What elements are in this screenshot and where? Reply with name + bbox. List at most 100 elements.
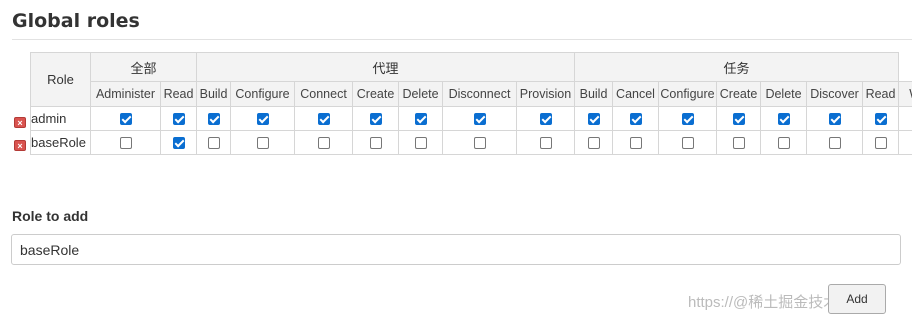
permission-cell <box>196 130 232 155</box>
permission-header: Cancel <box>612 81 660 107</box>
permission-header: Delete <box>760 81 808 107</box>
role-name: admin <box>30 106 91 131</box>
permission-cell <box>898 106 912 131</box>
title-divider <box>12 39 912 40</box>
permission-header: Build <box>574 81 614 107</box>
permission-header: Create <box>352 81 400 107</box>
permission-checkbox[interactable] <box>317 137 330 150</box>
permission-cell <box>294 106 354 131</box>
permission-header-row: Administer Read Build Configure Connect Creat… <box>31 81 912 107</box>
permission-header: Connect <box>294 81 354 107</box>
permission-checkbox[interactable] <box>369 137 382 150</box>
permission-cell <box>760 106 808 131</box>
permission-cell <box>398 106 444 131</box>
permission-cell <box>658 130 718 155</box>
permission-checkbox[interactable] <box>732 113 745 126</box>
permission-checkbox[interactable] <box>874 137 887 150</box>
permission-checkbox[interactable] <box>587 113 600 126</box>
role-column-header: Role <box>30 52 91 107</box>
permission-cell <box>230 106 296 131</box>
permission-cell <box>516 130 576 155</box>
permission-checkbox[interactable] <box>207 137 220 150</box>
permission-cell <box>716 106 762 131</box>
permission-checkbox[interactable] <box>874 113 887 126</box>
role-to-add-input[interactable] <box>11 234 901 265</box>
role-name: baseRole <box>30 130 91 155</box>
delete-role-icon[interactable]: × <box>14 140 26 151</box>
permission-cell <box>442 130 518 155</box>
permission-checkbox[interactable] <box>207 113 220 126</box>
add-role-button[interactable]: Add <box>828 284 886 314</box>
permission-cell <box>612 106 660 131</box>
permission-checkbox[interactable] <box>681 137 694 150</box>
permission-checkbox[interactable] <box>777 137 790 150</box>
permission-checkbox[interactable] <box>587 137 600 150</box>
permission-cell <box>574 106 614 131</box>
permission-checkbox[interactable] <box>732 137 745 150</box>
permission-cell <box>862 106 900 131</box>
permission-checkbox[interactable] <box>473 137 486 150</box>
permission-checkbox[interactable] <box>172 137 185 150</box>
permission-header: Delete <box>398 81 444 107</box>
permission-checkbox[interactable] <box>119 113 132 126</box>
permission-checkbox[interactable] <box>414 137 427 150</box>
permission-checkbox[interactable] <box>629 137 642 150</box>
permission-cell <box>612 130 660 155</box>
permission-checkbox[interactable] <box>369 113 382 126</box>
permission-checkbox[interactable] <box>414 113 427 126</box>
permission-header: Create <box>716 81 762 107</box>
permission-cell <box>658 106 718 131</box>
permission-checkbox[interactable] <box>473 113 486 126</box>
permission-checkbox[interactable] <box>539 113 552 126</box>
permission-cell <box>862 130 900 155</box>
permission-checkbox[interactable] <box>172 113 185 126</box>
permission-cell <box>716 130 762 155</box>
group-header: 全部 <box>89 52 198 82</box>
group-header: 代理 <box>196 52 576 82</box>
permission-checkbox[interactable] <box>256 113 269 126</box>
group-header-row: Role 全部 代理 任务 <box>30 52 912 107</box>
roles-table: Role 全部 代理 任务 Administer Read Build Configure… <box>30 52 912 155</box>
permission-header: Read <box>159 81 198 107</box>
permission-header: Wo <box>898 81 912 107</box>
permission-cell <box>159 106 198 131</box>
permission-cell <box>898 130 912 155</box>
permission-header: Provision <box>516 81 576 107</box>
permission-checkbox[interactable] <box>828 137 841 150</box>
permission-cell <box>230 130 296 155</box>
permission-checkbox[interactable] <box>539 137 552 150</box>
permission-checkbox[interactable] <box>828 113 841 126</box>
permission-cell <box>806 130 864 155</box>
permission-header: Configure <box>658 81 718 107</box>
permission-cell <box>294 130 354 155</box>
permission-checkbox[interactable] <box>119 137 132 150</box>
permission-cell <box>574 130 614 155</box>
permission-cell <box>90 106 161 131</box>
global-roles-grid: Role 全部 代理 任务 Administer Read Build Configure… <box>30 52 912 158</box>
permission-header: Configure <box>230 81 296 107</box>
permission-checkbox[interactable] <box>256 137 269 150</box>
permission-cell <box>760 130 808 155</box>
group-header: 任务 <box>574 52 900 82</box>
role-to-add-label: Role to add <box>12 208 89 224</box>
permission-cell <box>806 106 864 131</box>
permission-cell <box>516 106 576 131</box>
permission-cell <box>159 130 198 155</box>
permission-header: Build <box>196 81 232 107</box>
permission-cell <box>90 130 161 155</box>
role-row: admin <box>30 106 912 131</box>
delete-role-icon[interactable]: × <box>14 117 26 128</box>
permission-cell <box>442 106 518 131</box>
permission-header: Discover <box>806 81 864 107</box>
permission-header: Read <box>862 81 900 107</box>
role-row: baseRole <box>30 130 912 155</box>
permission-cell <box>398 130 444 155</box>
permission-checkbox[interactable] <box>681 113 694 126</box>
permission-cell <box>352 130 400 155</box>
permission-checkbox[interactable] <box>777 113 790 126</box>
permission-cell <box>196 106 232 131</box>
permission-header: Administer <box>90 81 161 107</box>
permission-checkbox[interactable] <box>629 113 642 126</box>
permission-header: Disconnect <box>442 81 518 107</box>
permission-checkbox[interactable] <box>317 113 330 126</box>
